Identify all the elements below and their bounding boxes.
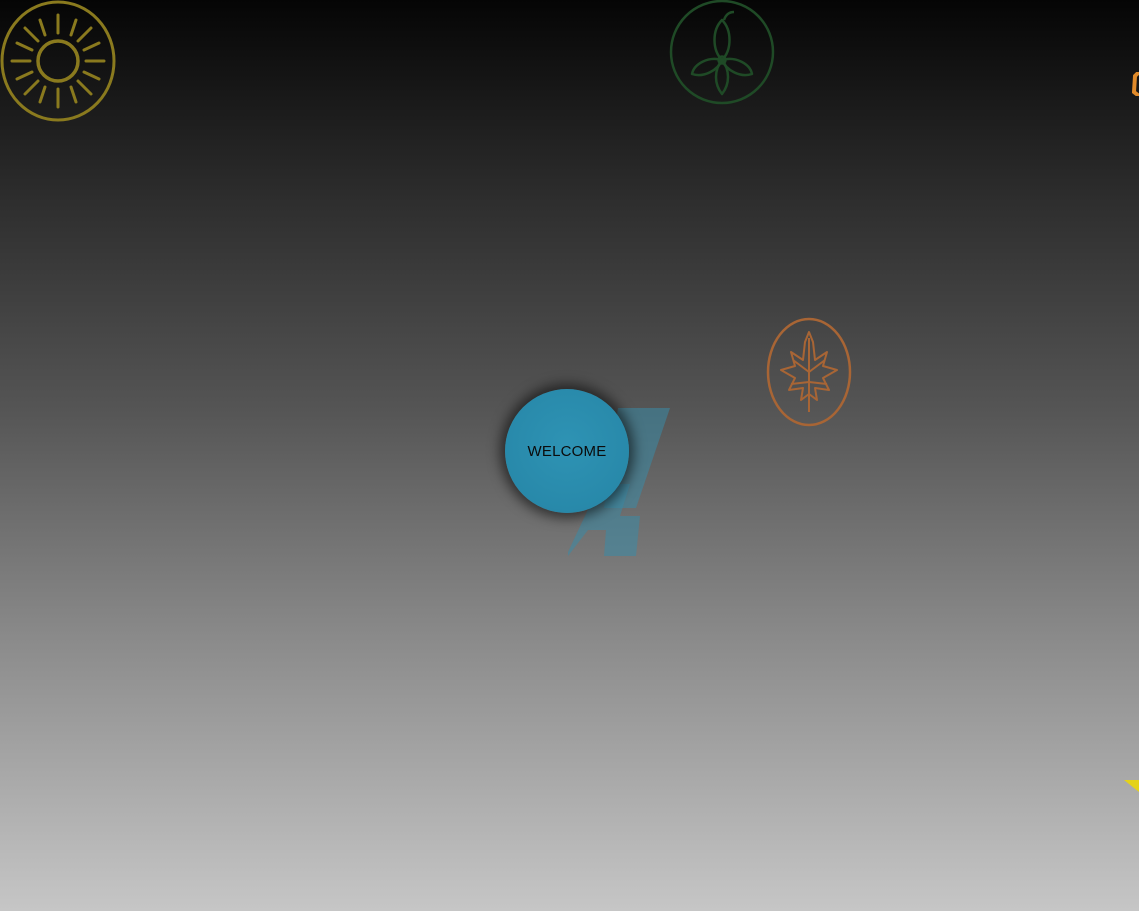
flower-icon	[669, 0, 775, 105]
welcome-button[interactable]: WELCOME	[505, 389, 629, 513]
orange-badge-edge-icon	[1132, 72, 1139, 96]
yellow-arrow-edge-icon	[1124, 780, 1139, 792]
page: { "welcome": { "label": "WELCOME" }, "ba…	[0, 0, 1139, 911]
sun-icon	[0, 0, 116, 122]
maple-leaf-icon	[766, 317, 852, 427]
welcome-button-label: WELCOME	[527, 442, 607, 460]
